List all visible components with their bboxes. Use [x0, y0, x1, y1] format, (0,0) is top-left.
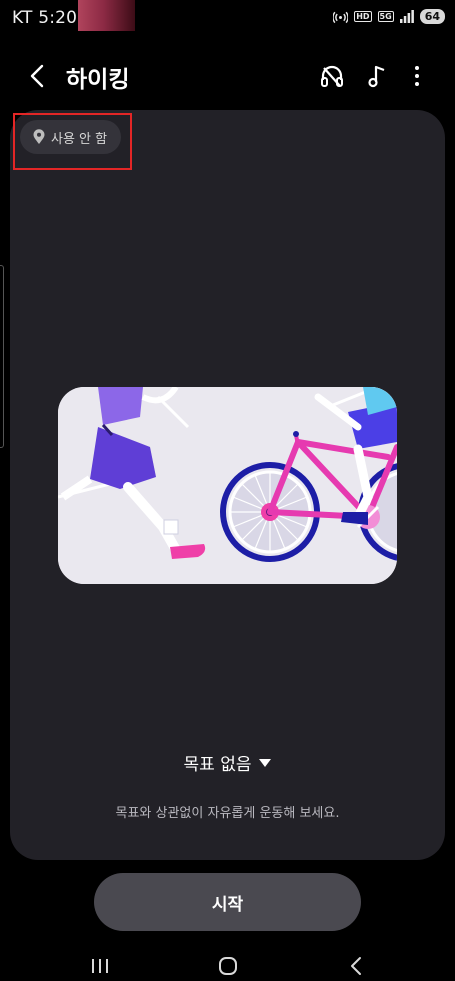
more-options-button[interactable] — [403, 62, 431, 90]
goal-selector[interactable]: 목표 없음 — [10, 750, 445, 775]
music-button[interactable] — [363, 62, 391, 90]
home-icon — [219, 957, 237, 975]
runner-cyclist-illustration — [58, 387, 397, 584]
carrier-time: KT 5:20 — [12, 8, 78, 28]
home-button[interactable] — [214, 952, 242, 980]
app-bar: 하이킹 — [0, 50, 455, 102]
more-vert-icon — [415, 66, 419, 86]
location-chip-label: 사용 안 함 — [51, 131, 108, 147]
chevron-left-icon — [30, 64, 44, 88]
start-button-label: 시작 — [211, 894, 244, 915]
signal-icon — [399, 10, 414, 23]
music-note-icon — [368, 65, 385, 88]
workout-illustration — [58, 387, 397, 584]
status-bar: KT 5:20 HD 5G 64 — [0, 0, 455, 36]
network-badge: 5G — [377, 11, 394, 22]
goal-hint-text: 목표와 상관없이 자유롭게 운동해 보세요. — [115, 806, 340, 821]
status-icons: HD 5G 64 — [333, 9, 445, 24]
back-icon — [351, 957, 361, 975]
page-title: 하이킹 — [66, 67, 130, 93]
audio-guide-button[interactable] — [318, 62, 346, 90]
caret-down-icon — [259, 758, 272, 767]
hd-badge: HD — [354, 11, 372, 22]
location-pin-icon — [33, 129, 45, 144]
nav-back-button[interactable] — [342, 952, 370, 980]
hotspot-icon — [333, 9, 349, 24]
goal-label: 목표 없음 — [183, 755, 252, 775]
headphones-icon — [321, 65, 343, 87]
location-chip[interactable]: 사용 안 함 — [20, 120, 122, 154]
recents-icon — [92, 959, 108, 973]
recents-button[interactable] — [86, 952, 114, 980]
screen: KT 5:20 HD 5G 64 하이킹 사용 안 함 목표 없음 목표와 상관… — [0, 0, 455, 981]
edge-panel-handle[interactable] — [0, 265, 4, 448]
start-button[interactable]: 시작 — [94, 873, 361, 931]
notification-thumbnail — [78, 0, 135, 31]
workout-card: 사용 안 함 목표 없음 목표와 상관없이 자유롭게 운동해 보세요. — [10, 110, 445, 860]
back-button[interactable] — [24, 62, 52, 90]
navigation-bar — [0, 944, 455, 981]
battery-indicator: 64 — [419, 9, 445, 24]
